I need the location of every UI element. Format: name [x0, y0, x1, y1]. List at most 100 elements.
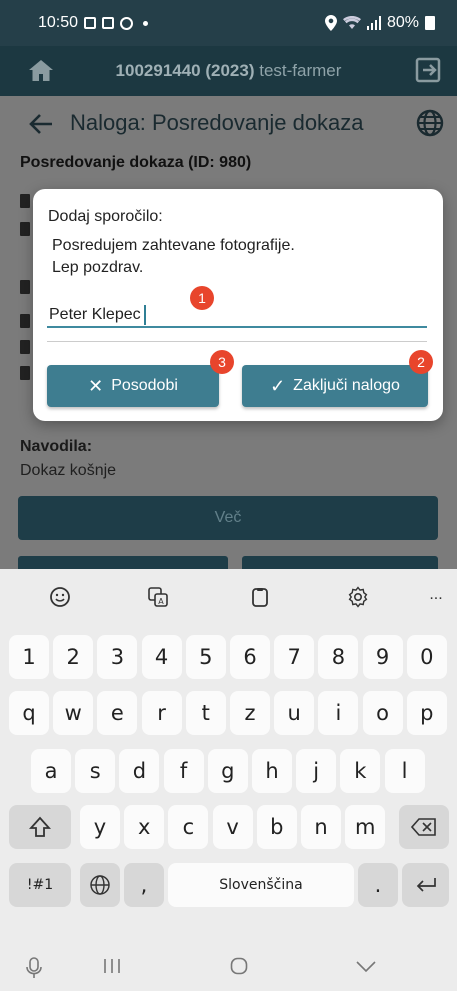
- recent-apps-icon[interactable]: [103, 957, 121, 975]
- translate-icon[interactable]: A: [146, 585, 170, 609]
- obscured-text: [20, 194, 30, 208]
- key-k[interactable]: k: [340, 749, 381, 793]
- symbols-key[interactable]: !#1: [9, 863, 71, 907]
- hide-keyboard-icon[interactable]: [356, 961, 376, 973]
- shift-key[interactable]: [9, 805, 71, 849]
- microphone-icon[interactable]: [26, 957, 42, 979]
- key-x[interactable]: x: [124, 805, 165, 849]
- language-key[interactable]: [80, 863, 120, 907]
- key-y[interactable]: y: [80, 805, 120, 849]
- clipboard-icon[interactable]: [248, 585, 272, 609]
- keyboard-toolbar: A ...: [0, 569, 457, 629]
- key-l[interactable]: l: [384, 749, 425, 793]
- key-g[interactable]: g: [207, 749, 248, 793]
- more-options-icon[interactable]: ...: [424, 583, 448, 607]
- key-n[interactable]: n: [301, 805, 341, 849]
- instructions-label: Navodila:: [20, 438, 93, 455]
- key-o[interactable]: o: [362, 691, 403, 735]
- header-id: 100291440 (2023): [115, 61, 255, 80]
- header-title: 100291440 (2023) test-farmer: [0, 61, 457, 81]
- wifi-icon: [342, 16, 361, 29]
- key-b[interactable]: b: [256, 805, 297, 849]
- message-dialog: Dodaj sporočilo: Posredujem zahtevane fo…: [33, 189, 443, 421]
- key-9[interactable]: 9: [362, 635, 403, 679]
- key-r[interactable]: r: [141, 691, 182, 735]
- key-e[interactable]: e: [97, 691, 138, 735]
- key-7[interactable]: 7: [274, 635, 315, 679]
- key-v[interactable]: v: [212, 805, 253, 849]
- dialog-divider: [47, 341, 427, 342]
- dialog-message: Posredujem zahtevane fotografije. Lep po…: [52, 237, 295, 276]
- back-arrow-icon[interactable]: [28, 111, 54, 137]
- logout-icon[interactable]: [415, 57, 441, 83]
- check-icon: ✓: [270, 375, 286, 396]
- key-i[interactable]: i: [318, 691, 359, 735]
- key-0[interactable]: 0: [406, 635, 447, 679]
- key-4[interactable]: 4: [141, 635, 182, 679]
- home-nav-icon[interactable]: [230, 957, 248, 975]
- key-s[interactable]: s: [75, 749, 116, 793]
- key-j[interactable]: j: [296, 749, 337, 793]
- key-w[interactable]: w: [53, 691, 94, 735]
- key-d[interactable]: d: [119, 749, 160, 793]
- app-header: 100291440 (2023) test-farmer: [0, 46, 457, 96]
- status-bar: 10:50 80%: [0, 0, 457, 46]
- annotation-badge-3: 3: [210, 350, 234, 374]
- key-c[interactable]: c: [168, 805, 209, 849]
- system-nav-bar: [0, 939, 457, 991]
- obscured-text: [20, 222, 30, 236]
- obscured-text: [20, 340, 30, 354]
- on-screen-keyboard: A ... 1234567890 qwertzuiop asdfghjkl yxcvb…: [0, 569, 457, 991]
- key-8[interactable]: 8: [318, 635, 359, 679]
- key-3[interactable]: 3: [97, 635, 138, 679]
- obscured-button: [18, 556, 228, 569]
- globe-icon[interactable]: [415, 108, 445, 138]
- key-h[interactable]: h: [252, 749, 292, 793]
- finish-task-button[interactable]: ✓ Zaključi nalogo: [242, 365, 428, 407]
- backspace-icon: [411, 818, 436, 836]
- status-time: 10:50: [38, 14, 79, 31]
- enter-key[interactable]: [402, 863, 449, 907]
- backspace-key[interactable]: [399, 805, 449, 849]
- key-z[interactable]: z: [230, 691, 270, 735]
- shift-icon: [29, 816, 51, 837]
- nav-row: Naloga: Posredovanje dokaza: [0, 96, 457, 152]
- key-5[interactable]: 5: [185, 635, 226, 679]
- obscured-text: [20, 366, 30, 380]
- signal-icon: [366, 16, 381, 30]
- emoji-icon[interactable]: [48, 585, 72, 609]
- comma-key[interactable]: ,: [124, 863, 164, 907]
- key-2[interactable]: 2: [53, 635, 94, 679]
- finish-button-label: Zaključi nalogo: [293, 377, 400, 394]
- section-title: Posredovanje dokaza (ID: 980): [20, 154, 252, 171]
- message-input-value: Peter Klepec: [49, 305, 141, 323]
- key-f[interactable]: f: [163, 749, 204, 793]
- settings-icon[interactable]: [346, 585, 370, 609]
- message-input[interactable]: Peter Klepec: [47, 301, 427, 328]
- space-key[interactable]: Slovenščina: [168, 863, 354, 907]
- key-t[interactable]: t: [185, 691, 226, 735]
- key-p[interactable]: p: [406, 691, 447, 735]
- key-q[interactable]: q: [9, 691, 49, 735]
- key-m[interactable]: m: [345, 805, 386, 849]
- close-icon: ✕: [88, 375, 104, 396]
- obscured-button: [242, 556, 438, 569]
- text-caret: [143, 304, 146, 325]
- annotation-badge-1: 1: [190, 286, 214, 310]
- svg-text:A: A: [158, 597, 164, 606]
- page-title: Naloga: Posredovanje dokaza: [70, 110, 364, 135]
- key-6[interactable]: 6: [230, 635, 270, 679]
- annotation-badge-2: 2: [409, 350, 433, 374]
- more-button[interactable]: Več: [18, 496, 438, 540]
- key-u[interactable]: u: [274, 691, 315, 735]
- dialog-label: Dodaj sporočilo:: [48, 208, 163, 225]
- period-key[interactable]: .: [358, 863, 398, 907]
- key-1[interactable]: 1: [9, 635, 49, 679]
- key-a[interactable]: a: [31, 749, 71, 793]
- update-button[interactable]: ✕ Posodobi: [47, 365, 219, 407]
- battery-percent: 80%: [386, 14, 419, 31]
- obscured-text: [20, 280, 30, 294]
- battery-icon: [425, 16, 435, 30]
- home-icon[interactable]: [28, 58, 54, 82]
- enter-icon: [416, 878, 436, 892]
